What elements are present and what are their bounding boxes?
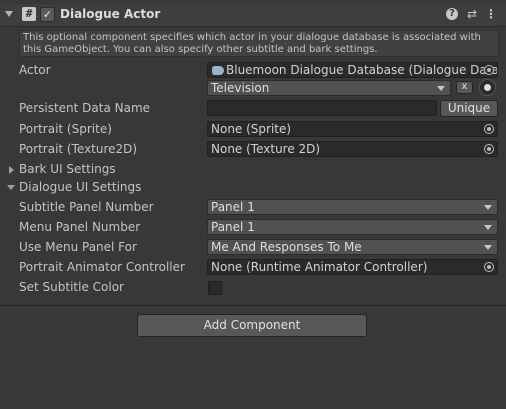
help-box: This optional component specifies which … [19,30,499,57]
portrait-sprite-label: Portrait (Sprite) [19,122,112,136]
object-picker-icon[interactable] [484,144,494,154]
actor-dropdown-value: Television [211,81,270,95]
chevron-down-icon [484,225,492,230]
object-picker-icon[interactable] [484,65,494,75]
portrait-animator-controller-field[interactable]: None (Runtime Animator Controller) [207,259,498,275]
script-icon: # [22,7,36,21]
divider [0,305,506,306]
use-menu-panel-for-value: Me And Responses To Me [211,240,362,254]
portrait-animator-controller-value: None (Runtime Animator Controller) [211,260,428,274]
chevron-down-icon [437,86,445,91]
database-icon [212,66,224,75]
collapsed-foldout-icon[interactable] [9,166,14,174]
menu-panel-number-value: Panel 1 [211,220,255,234]
expanded-foldout-icon[interactable] [7,185,15,190]
portrait-sprite-value: None (Sprite) [211,122,292,136]
object-picker-icon[interactable] [484,124,494,134]
set-subtitle-color-label: Set Subtitle Color [19,280,124,294]
menu-panel-number-dropdown[interactable]: Panel 1 [207,219,498,235]
actor-database-value: Bluemoon Dialogue Database (Dialogue Dat… [226,63,498,77]
presets-icon[interactable]: ⇄ [465,7,479,21]
clear-actor-button[interactable]: x [456,81,473,94]
chevron-down-icon [484,245,492,250]
subtitle-panel-number-label: Subtitle Panel Number [19,200,154,214]
subtitle-panel-number-dropdown[interactable]: Panel 1 [207,199,498,215]
chevron-down-icon [484,205,492,210]
actor-label: Actor [19,63,51,77]
portrait-texture-value: None (Texture 2D) [211,142,321,156]
context-menu-icon[interactable]: ⋮ [484,7,498,21]
use-menu-panel-for-dropdown[interactable]: Me And Responses To Me [207,239,498,255]
bark-ui-settings-foldout[interactable]: Bark UI Settings [19,162,116,176]
help-icon[interactable]: ? [446,8,458,20]
object-picker-icon[interactable] [484,262,494,272]
menu-panel-number-label: Menu Panel Number [19,220,141,234]
portrait-texture-label: Portrait (Texture2D) [19,142,138,156]
actor-database-field[interactable]: Bluemoon Dialogue Database (Dialogue Dat… [207,62,498,78]
component-header[interactable]: # ✓ Dialogue Actor ? ⇄ ⋮ [0,4,506,27]
subtitle-panel-number-value: Panel 1 [211,200,255,214]
actor-dropdown[interactable]: Television [207,80,451,96]
target-icon[interactable] [479,79,496,96]
unique-button[interactable]: Unique [440,100,498,117]
dialogue-ui-settings-foldout[interactable]: Dialogue UI Settings [19,180,141,194]
component-title: Dialogue Actor [60,7,161,21]
persistent-data-name-label: Persistent Data Name [19,101,151,115]
persistent-data-name-input[interactable] [207,100,437,116]
set-subtitle-color-checkbox[interactable] [208,281,222,295]
component-enabled-checkbox[interactable]: ✓ [40,7,55,22]
portrait-sprite-field[interactable]: None (Sprite) [207,121,498,137]
foldout-arrow-icon[interactable] [5,11,13,17]
use-menu-panel-for-label: Use Menu Panel For [19,240,137,254]
portrait-texture-field[interactable]: None (Texture 2D) [207,141,498,157]
portrait-animator-controller-label: Portrait Animator Controller [19,260,185,274]
add-component-button[interactable]: Add Component [137,314,367,337]
